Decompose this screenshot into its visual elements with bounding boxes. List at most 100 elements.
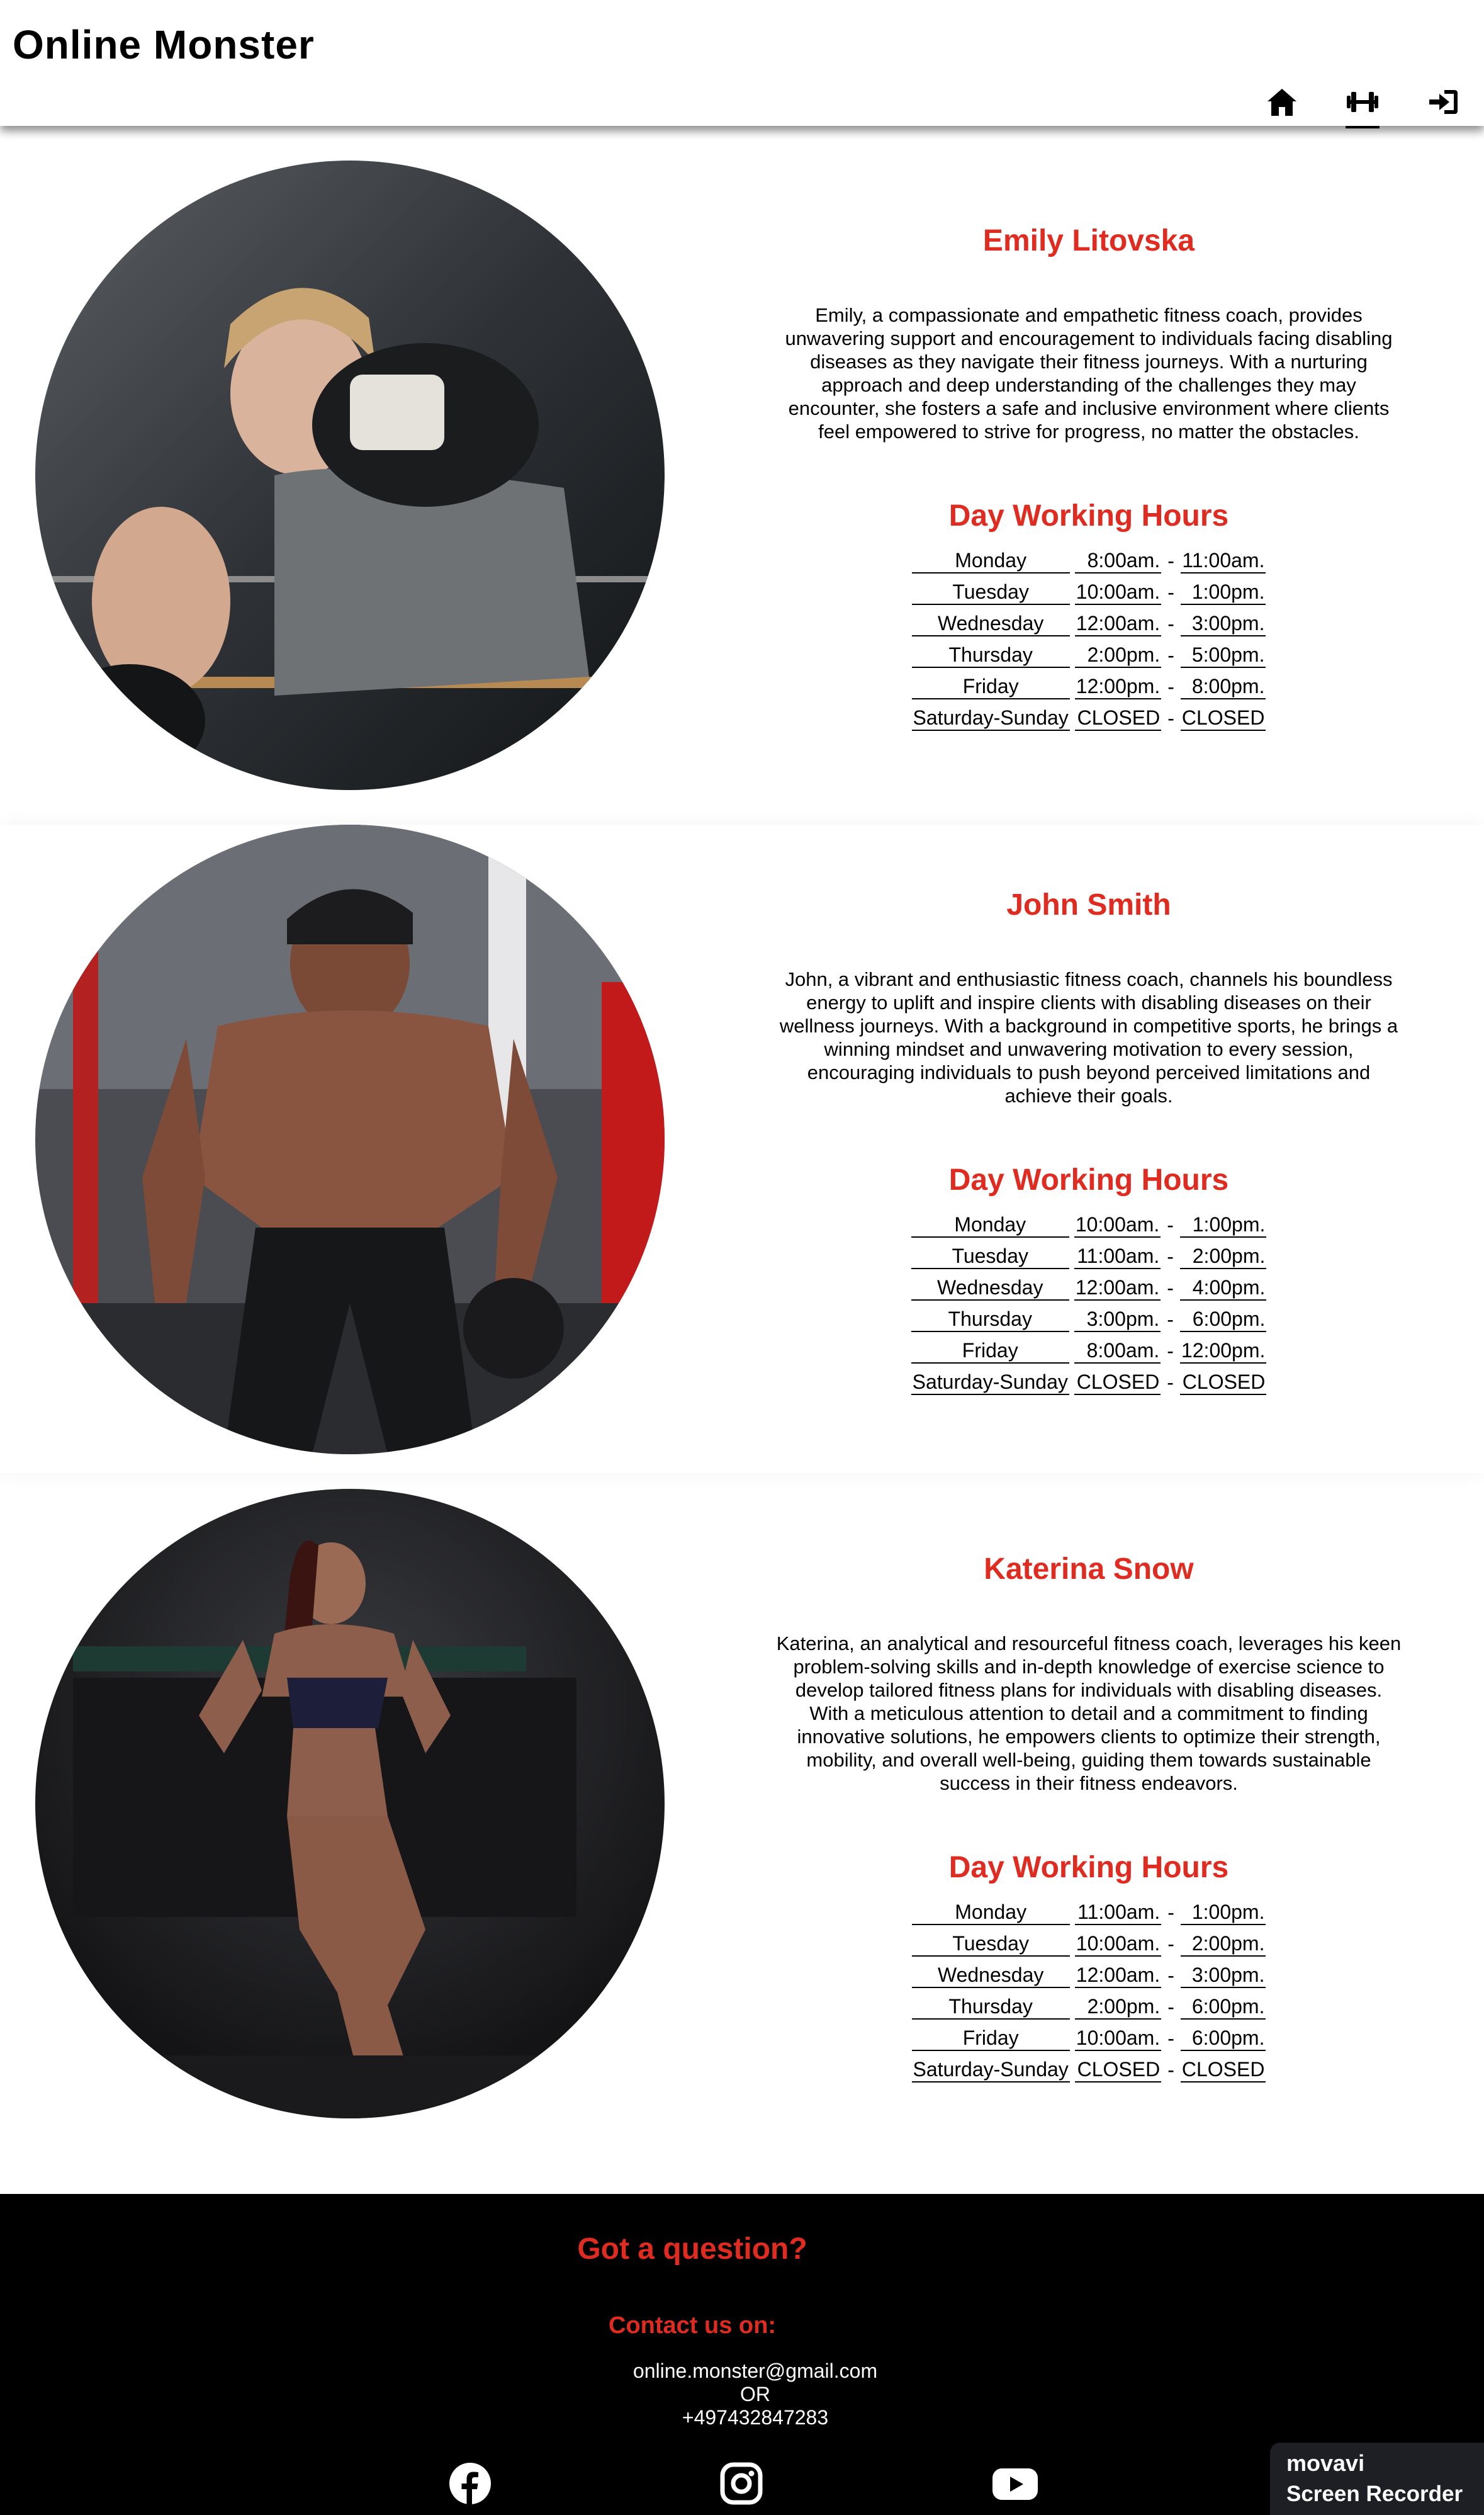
- hours-from: 2:00pm.: [1074, 643, 1162, 668]
- hours-row: Saturday-Sunday CLOSED - CLOSED: [911, 706, 1266, 731]
- hours-to: 1:00pm.: [1180, 1900, 1266, 1925]
- nav-home-link[interactable]: [1260, 87, 1304, 128]
- site-footer: Got a question? Contact us on: online.mo…: [0, 2194, 1484, 2515]
- hours-row: Tuesday 10:00am. -2:00pm.: [911, 1931, 1266, 1957]
- trainer-photo: [35, 161, 665, 790]
- hours-separator: -: [1167, 1964, 1174, 1987]
- hours-day: Thursday: [911, 1307, 1069, 1332]
- contact-heading: Contact us on:: [609, 2312, 776, 2339]
- hours-separator: -: [1167, 1277, 1174, 1299]
- hours-day: Friday: [911, 674, 1070, 699]
- hours-to: 5:00pm.: [1180, 643, 1266, 668]
- hours-day: Saturday-Sunday: [911, 2057, 1070, 2083]
- hours-row: Thursday 2:00pm. -5:00pm.: [911, 643, 1266, 668]
- hours-day: Tuesday: [911, 580, 1070, 605]
- nav-login-link[interactable]: [1421, 87, 1465, 128]
- contact-phone[interactable]: +497432847283: [0, 2406, 1484, 2429]
- hours-separator: -: [1167, 1308, 1174, 1331]
- hours-to: CLOSED: [1180, 706, 1266, 731]
- hours-day: Monday: [911, 1900, 1070, 1925]
- working-hours-title: Day Working Hours: [948, 1851, 1229, 1884]
- hours-from: 8:00am.: [1074, 1338, 1161, 1364]
- hours-separator: -: [1167, 2059, 1174, 2081]
- instagram-link[interactable]: [719, 2461, 763, 2506]
- trainer-name: Emily Litovska: [982, 224, 1195, 257]
- hours-day: Tuesday: [911, 1931, 1070, 1957]
- hours-day: Wednesday: [911, 611, 1070, 636]
- hours-from: 2:00pm.: [1074, 1994, 1162, 2020]
- hours-from: CLOSED: [1074, 1370, 1161, 1395]
- hours-to: 8:00pm.: [1180, 674, 1266, 699]
- footer-question-heading: Got a question?: [577, 2232, 807, 2266]
- brand-logo-text[interactable]: Online Monster: [13, 21, 315, 68]
- instagram-icon: [720, 2462, 763, 2505]
- hours-separator: -: [1167, 581, 1174, 604]
- facebook-link[interactable]: [448, 2461, 492, 2506]
- home-icon: [1268, 89, 1296, 116]
- hours-row: Monday 10:00am. -1:00pm.: [911, 1212, 1267, 1238]
- hours-to: CLOSED: [1179, 1370, 1267, 1395]
- hours-day: Thursday: [911, 1994, 1070, 2020]
- hours-separator: -: [1167, 1371, 1174, 1394]
- hours-separator: -: [1167, 1933, 1174, 1955]
- hours-separator: -: [1167, 707, 1174, 730]
- hours-from: 12:00am.: [1074, 1963, 1162, 1988]
- hours-to: CLOSED: [1180, 2057, 1266, 2083]
- hours-from: 12:00am.: [1074, 611, 1162, 636]
- trainer-info: Katerina Snow Katerina, an analytical an…: [774, 1552, 1403, 2089]
- hours-from: 12:00am.: [1074, 1275, 1161, 1301]
- hours-separator: -: [1167, 1214, 1174, 1236]
- hours-to: 2:00pm.: [1180, 1931, 1266, 1957]
- hours-row: Wednesday 12:00am. -4:00pm.: [911, 1275, 1267, 1301]
- hours-to: 3:00pm.: [1180, 1963, 1266, 1988]
- working-hours-table: Monday 11:00am. -1:00pm. Tuesday 10:00am. -2…: [907, 1894, 1271, 2089]
- hours-row: Wednesday 12:00am. -3:00pm.: [911, 1963, 1266, 1988]
- hours-row: Monday 8:00am. -11:00am.: [911, 548, 1266, 574]
- youtube-link[interactable]: [991, 2461, 1039, 2506]
- hours-day: Wednesday: [911, 1963, 1070, 1988]
- hours-from: CLOSED: [1074, 706, 1162, 731]
- watermark-product: Screen Recorder: [1286, 2482, 1463, 2506]
- watermark-brand: movavi: [1286, 2450, 1365, 2476]
- hours-row: Tuesday 11:00am. -2:00pm.: [911, 1244, 1267, 1269]
- trainer-bio: Katerina, an analytical and resourceful …: [776, 1632, 1402, 1794]
- hours-separator: -: [1167, 675, 1174, 698]
- hours-to: 4:00pm.: [1179, 1275, 1267, 1301]
- hours-from: 3:00pm.: [1074, 1307, 1161, 1332]
- hours-row: Thursday 2:00pm. -6:00pm.: [911, 1994, 1266, 2020]
- hours-to: 1:00pm.: [1180, 580, 1266, 605]
- trainer-info: Emily Litovska Emily, a compassionate an…: [774, 223, 1403, 737]
- contact-email[interactable]: online.monster@gmail.com: [0, 2360, 1484, 2383]
- hours-separator: -: [1167, 550, 1174, 572]
- hours-separator: -: [1167, 1901, 1174, 1924]
- hours-to: 6:00pm.: [1179, 1307, 1267, 1332]
- trainer-photo: [35, 825, 665, 1454]
- dumbbell-icon: [1347, 92, 1378, 112]
- hours-from: 10:00am.: [1074, 1931, 1162, 1957]
- hours-to: 3:00pm.: [1180, 611, 1266, 636]
- hours-row: Friday 12:00pm. -8:00pm.: [911, 674, 1266, 699]
- hours-to: 12:00pm.: [1179, 1338, 1267, 1364]
- hours-from: 12:00pm.: [1074, 674, 1162, 699]
- hours-separator: -: [1167, 644, 1174, 667]
- hours-from: 11:00am.: [1074, 1900, 1162, 1925]
- hours-row: Friday 10:00am. -6:00pm.: [911, 2026, 1266, 2051]
- hours-day: Wednesday: [911, 1275, 1069, 1301]
- hours-from: CLOSED: [1074, 2057, 1162, 2083]
- hours-row: Saturday-Sunday CLOSED - CLOSED: [911, 2057, 1266, 2083]
- hours-from: 10:00am.: [1074, 2026, 1162, 2051]
- trainer-bio: John, a vibrant and enthusiastic fitness…: [779, 968, 1398, 1107]
- facebook-icon: [449, 2463, 491, 2506]
- trainer-name: Katerina Snow: [984, 1552, 1194, 1586]
- hours-from: 10:00am.: [1074, 1212, 1161, 1238]
- screen-recorder-watermark: movavi Screen Recorder: [1270, 2443, 1484, 2515]
- hours-separator: -: [1167, 2027, 1174, 2050]
- hours-row: Wednesday 12:00am. -3:00pm.: [911, 611, 1266, 636]
- sign-in-icon: [1429, 90, 1458, 114]
- nav-trainers-link[interactable]: [1341, 87, 1385, 128]
- hours-row: Saturday-Sunday CLOSED - CLOSED: [911, 1370, 1267, 1395]
- hours-from: 10:00am.: [1074, 580, 1162, 605]
- trainer-photo: [35, 1489, 665, 2118]
- trainer-info: John Smith John, a vibrant and enthusias…: [774, 888, 1403, 1401]
- trainer-card: Emily Litovska Emily, a compassionate an…: [0, 161, 1484, 809]
